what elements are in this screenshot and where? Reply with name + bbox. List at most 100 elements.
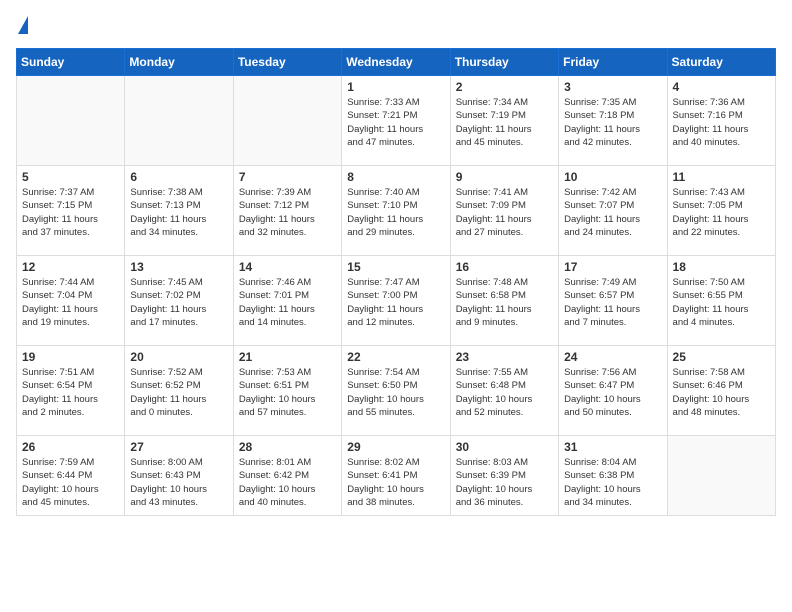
calendar-cell: 18 Sunrise: 7:50 AM Sunset: 6:55 PM Dayli…: [667, 256, 775, 346]
calendar-week-row: 26 Sunrise: 7:59 AM Sunset: 6:44 PM Dayli…: [17, 436, 776, 516]
day-number: 9: [456, 170, 553, 184]
calendar-table: SundayMondayTuesdayWednesdayThursdayFrid…: [16, 48, 776, 516]
calendar-cell: 19 Sunrise: 7:51 AM Sunset: 6:54 PM Dayli…: [17, 346, 125, 436]
calendar-cell: 17 Sunrise: 7:49 AM Sunset: 6:57 PM Dayli…: [559, 256, 667, 346]
calendar-cell: 6 Sunrise: 7:38 AM Sunset: 7:13 PM Daylig…: [125, 166, 233, 256]
calendar-cell: 1 Sunrise: 7:33 AM Sunset: 7:21 PM Daylig…: [342, 76, 450, 166]
day-number: 11: [673, 170, 770, 184]
day-number: 13: [130, 260, 227, 274]
calendar-week-row: 12 Sunrise: 7:44 AM Sunset: 7:04 PM Dayli…: [17, 256, 776, 346]
day-info: Sunrise: 7:48 AM Sunset: 6:58 PM Dayligh…: [456, 276, 553, 329]
calendar-cell: 28 Sunrise: 8:01 AM Sunset: 6:42 PM Dayli…: [233, 436, 341, 516]
calendar-cell: 23 Sunrise: 7:55 AM Sunset: 6:48 PM Dayli…: [450, 346, 558, 436]
calendar-cell: 30Sunrise: 8:03 AM Sunset: 6:39 PM Dayli…: [450, 436, 558, 516]
day-info: Sunrise: 7:44 AM Sunset: 7:04 PM Dayligh…: [22, 276, 119, 329]
day-info: Sunrise: 7:35 AM Sunset: 7:18 PM Dayligh…: [564, 96, 661, 149]
page-header: [16, 16, 776, 36]
day-number: 27: [130, 440, 227, 454]
calendar-week-row: 19 Sunrise: 7:51 AM Sunset: 6:54 PM Dayli…: [17, 346, 776, 436]
day-number: 15: [347, 260, 444, 274]
calendar-cell: [667, 436, 775, 516]
calendar-cell: 24 Sunrise: 7:56 AM Sunset: 6:47 PM Dayli…: [559, 346, 667, 436]
day-info: Sunrise: 7:55 AM Sunset: 6:48 PM Dayligh…: [456, 366, 553, 419]
day-number: 1: [347, 80, 444, 94]
column-header-monday: Monday: [125, 49, 233, 76]
day-info: Sunrise: 7:36 AM Sunset: 7:16 PM Dayligh…: [673, 96, 770, 149]
calendar-cell: 21 Sunrise: 7:53 AM Sunset: 6:51 PM Dayli…: [233, 346, 341, 436]
calendar-week-row: 1 Sunrise: 7:33 AM Sunset: 7:21 PM Daylig…: [17, 76, 776, 166]
day-number: 26: [22, 440, 119, 454]
day-info: Sunrise: 8:01 AM Sunset: 6:42 PM Dayligh…: [239, 456, 336, 509]
day-info: Sunrise: 7:52 AM Sunset: 6:52 PM Dayligh…: [130, 366, 227, 419]
day-number: 31: [564, 440, 661, 454]
day-number: 5: [22, 170, 119, 184]
day-info: Sunrise: 7:54 AM Sunset: 6:50 PM Dayligh…: [347, 366, 444, 419]
calendar-cell: 15 Sunrise: 7:47 AM Sunset: 7:00 PM Dayli…: [342, 256, 450, 346]
column-header-wednesday: Wednesday: [342, 49, 450, 76]
column-header-sunday: Sunday: [17, 49, 125, 76]
day-info: Sunrise: 7:46 AM Sunset: 7:01 PM Dayligh…: [239, 276, 336, 329]
calendar-cell: 16 Sunrise: 7:48 AM Sunset: 6:58 PM Dayli…: [450, 256, 558, 346]
day-number: 14: [239, 260, 336, 274]
day-info: Sunrise: 8:02 AM Sunset: 6:41 PM Dayligh…: [347, 456, 444, 509]
calendar-cell: 7Sunrise: 7:39 AM Sunset: 7:12 PM Daylig…: [233, 166, 341, 256]
day-number: 22: [347, 350, 444, 364]
calendar-cell: 13 Sunrise: 7:45 AM Sunset: 7:02 PM Dayli…: [125, 256, 233, 346]
day-number: 30: [456, 440, 553, 454]
column-header-saturday: Saturday: [667, 49, 775, 76]
day-info: Sunrise: 7:47 AM Sunset: 7:00 PM Dayligh…: [347, 276, 444, 329]
day-info: Sunrise: 7:59 AM Sunset: 6:44 PM Dayligh…: [22, 456, 119, 509]
calendar-cell: 29 Sunrise: 8:02 AM Sunset: 6:41 PM Dayli…: [342, 436, 450, 516]
day-info: Sunrise: 8:00 AM Sunset: 6:43 PM Dayligh…: [130, 456, 227, 509]
day-number: 16: [456, 260, 553, 274]
logo-triangle-icon: [18, 16, 28, 34]
calendar-cell: 10 Sunrise: 7:42 AM Sunset: 7:07 PM Dayli…: [559, 166, 667, 256]
calendar-cell: [233, 76, 341, 166]
day-number: 18: [673, 260, 770, 274]
day-info: Sunrise: 7:40 AM Sunset: 7:10 PM Dayligh…: [347, 186, 444, 239]
day-number: 28: [239, 440, 336, 454]
day-info: Sunrise: 7:34 AM Sunset: 7:19 PM Dayligh…: [456, 96, 553, 149]
calendar-cell: 9Sunrise: 7:41 AM Sunset: 7:09 PM Daylig…: [450, 166, 558, 256]
day-info: Sunrise: 7:51 AM Sunset: 6:54 PM Dayligh…: [22, 366, 119, 419]
day-number: 29: [347, 440, 444, 454]
day-info: Sunrise: 7:39 AM Sunset: 7:12 PM Dayligh…: [239, 186, 336, 239]
day-number: 12: [22, 260, 119, 274]
day-info: Sunrise: 7:33 AM Sunset: 7:21 PM Dayligh…: [347, 96, 444, 149]
calendar-cell: 12 Sunrise: 7:44 AM Sunset: 7:04 PM Dayli…: [17, 256, 125, 346]
day-info: Sunrise: 7:38 AM Sunset: 7:13 PM Dayligh…: [130, 186, 227, 239]
day-info: Sunrise: 7:53 AM Sunset: 6:51 PM Dayligh…: [239, 366, 336, 419]
calendar-week-row: 5Sunrise: 7:37 AM Sunset: 7:15 PM Daylig…: [17, 166, 776, 256]
day-number: 23: [456, 350, 553, 364]
calendar-header-row: SundayMondayTuesdayWednesdayThursdayFrid…: [17, 49, 776, 76]
calendar-cell: 27 Sunrise: 8:00 AM Sunset: 6:43 PM Dayli…: [125, 436, 233, 516]
calendar-cell: [125, 76, 233, 166]
column-header-thursday: Thursday: [450, 49, 558, 76]
calendar-cell: 22 Sunrise: 7:54 AM Sunset: 6:50 PM Dayli…: [342, 346, 450, 436]
day-number: 10: [564, 170, 661, 184]
calendar-cell: 5Sunrise: 7:37 AM Sunset: 7:15 PM Daylig…: [17, 166, 125, 256]
day-info: Sunrise: 7:50 AM Sunset: 6:55 PM Dayligh…: [673, 276, 770, 329]
calendar-cell: 31 Sunrise: 8:04 AM Sunset: 6:38 PM Dayli…: [559, 436, 667, 516]
day-info: Sunrise: 7:49 AM Sunset: 6:57 PM Dayligh…: [564, 276, 661, 329]
calendar-cell: 3 Sunrise: 7:35 AM Sunset: 7:18 PM Daylig…: [559, 76, 667, 166]
calendar-cell: 4 Sunrise: 7:36 AM Sunset: 7:16 PM Daylig…: [667, 76, 775, 166]
day-number: 3: [564, 80, 661, 94]
day-info: Sunrise: 7:42 AM Sunset: 7:07 PM Dayligh…: [564, 186, 661, 239]
day-number: 6: [130, 170, 227, 184]
day-info: Sunrise: 7:56 AM Sunset: 6:47 PM Dayligh…: [564, 366, 661, 419]
day-number: 2: [456, 80, 553, 94]
calendar-cell: 11Sunrise: 7:43 AM Sunset: 7:05 PM Dayli…: [667, 166, 775, 256]
day-number: 4: [673, 80, 770, 94]
day-number: 17: [564, 260, 661, 274]
day-number: 21: [239, 350, 336, 364]
day-number: 24: [564, 350, 661, 364]
calendar-cell: 26 Sunrise: 7:59 AM Sunset: 6:44 PM Dayli…: [17, 436, 125, 516]
calendar-cell: 8Sunrise: 7:40 AM Sunset: 7:10 PM Daylig…: [342, 166, 450, 256]
day-info: Sunrise: 7:45 AM Sunset: 7:02 PM Dayligh…: [130, 276, 227, 329]
day-info: Sunrise: 8:04 AM Sunset: 6:38 PM Dayligh…: [564, 456, 661, 509]
day-info: Sunrise: 7:58 AM Sunset: 6:46 PM Dayligh…: [673, 366, 770, 419]
day-number: 19: [22, 350, 119, 364]
calendar-cell: 25Sunrise: 7:58 AM Sunset: 6:46 PM Dayli…: [667, 346, 775, 436]
logo: [16, 16, 28, 36]
